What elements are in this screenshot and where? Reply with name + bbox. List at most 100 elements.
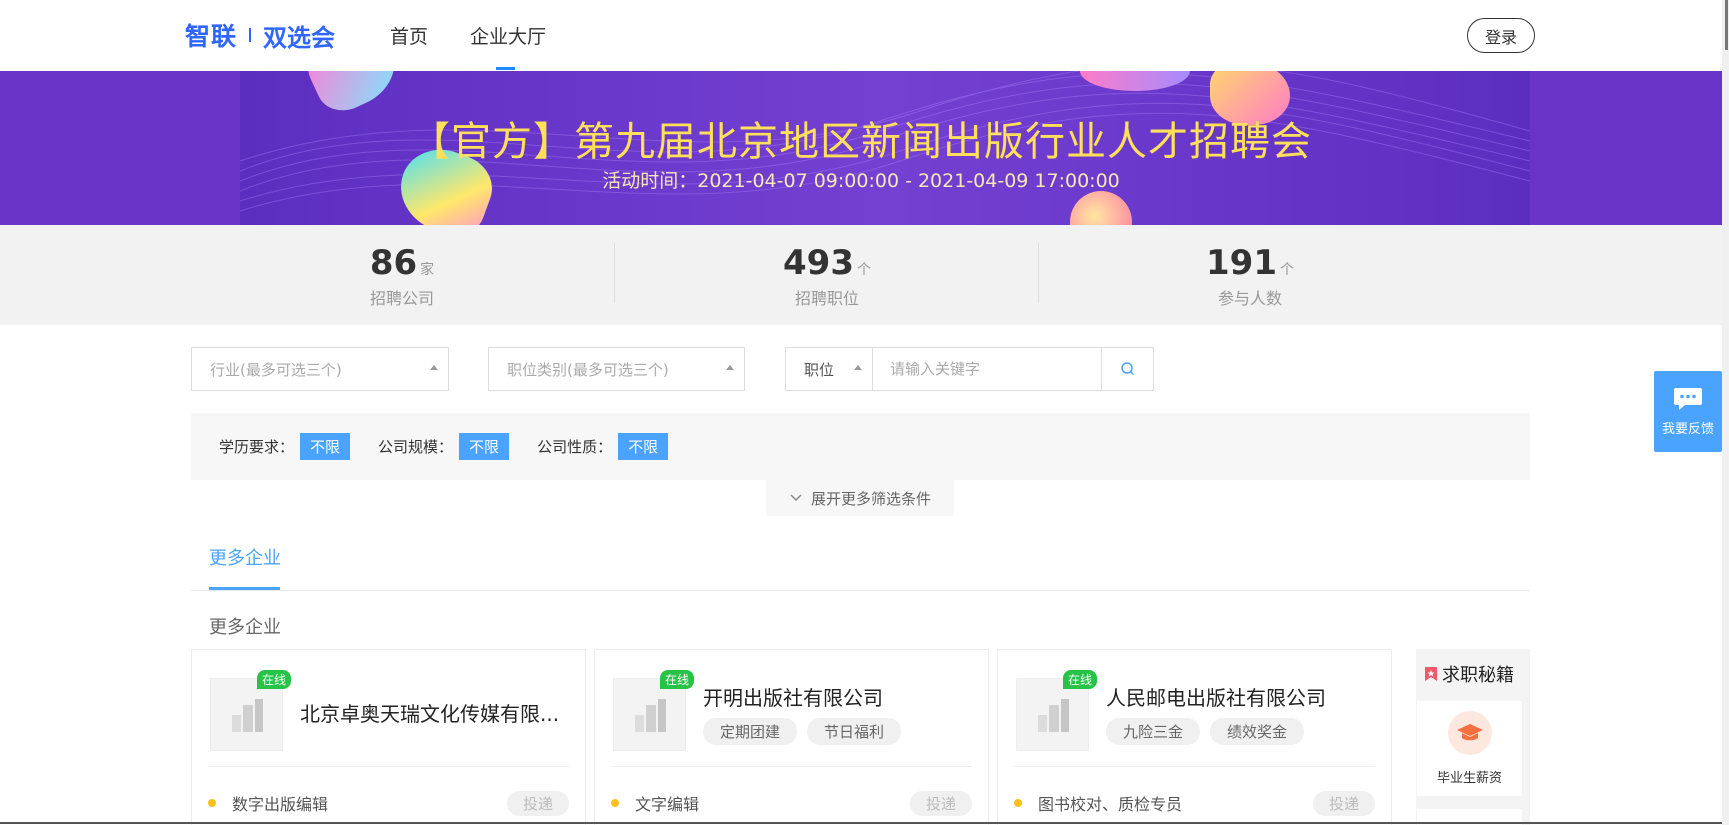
stat-value: 493 — [783, 243, 854, 283]
industry-select[interactable]: 行业(最多可选三个) — [191, 347, 449, 391]
tab-divider — [191, 590, 1530, 591]
stat-label: 参与人数 — [1217, 289, 1282, 308]
logo-brand: 智联 — [185, 22, 238, 51]
job-row: 数字出版编辑 投递 — [208, 790, 569, 816]
building-icon — [1037, 698, 1069, 732]
event-title: 【官方】第九届北京地区新闻出版行业人才招聘会 — [410, 119, 1312, 165]
stat-unit: 家 — [420, 262, 435, 278]
graduation-cap-icon — [1447, 711, 1492, 755]
online-badge: 在线 — [1063, 670, 1098, 689]
company-tags: 定期团建 节日福利 — [703, 718, 902, 745]
caret-up-icon — [430, 365, 438, 370]
graduate-salary-card[interactable]: 毕业生薪资 — [1417, 701, 1522, 796]
apply-button[interactable]: 投递 — [909, 790, 972, 816]
bullet-dot — [1014, 799, 1022, 807]
caret-up-icon — [854, 365, 862, 370]
graduation-cap-glyph — [1456, 724, 1483, 741]
job-tips-panel: 求职秘籍 毕业生薪资 — [1416, 649, 1530, 825]
section-title: 更多企业 — [209, 617, 281, 638]
chevron-down-icon — [790, 494, 802, 502]
tab-more-companies[interactable]: 更多企业 — [209, 544, 281, 570]
company-tag: 定期团建 — [703, 718, 798, 745]
stat-divider — [614, 243, 615, 303]
stat-label: 招聘公司 — [369, 289, 434, 308]
search-input[interactable] — [873, 348, 1101, 390]
stat-participants: 191 个 参与人数 — [1150, 243, 1350, 309]
logo-product: 双选会 — [263, 23, 336, 52]
event-banner: 【官方】第九届北京地区新闻出版行业人才招聘会 活动时间：2021-04-07 0… — [0, 71, 1722, 225]
filter-label-education: 学历要求： — [219, 438, 295, 456]
bookmark-icon — [1425, 667, 1437, 681]
online-badge: 在线 — [257, 670, 292, 689]
filter-tag-company-type[interactable]: 不限 — [618, 433, 669, 460]
job-title[interactable]: 文字编辑 — [635, 791, 910, 815]
site-logo[interactable]: 智联 双选会 — [185, 20, 336, 52]
company-card[interactable]: 在线 人民邮电出版社有限公司 九险三金 绩效奖金 图书校对、质检专员 投递 — [997, 649, 1392, 825]
feedback-label: 我要反馈 — [1661, 422, 1714, 437]
company-tag: 绩效奖金 — [1210, 718, 1305, 745]
online-badge: 在线 — [660, 670, 695, 689]
job-row: 图书校对、质检专员 投递 — [1014, 790, 1375, 816]
chat-bubble-icon — [1674, 388, 1702, 410]
stat-label: 招聘职位 — [794, 289, 859, 308]
stat-unit: 个 — [856, 262, 871, 278]
company-name[interactable]: 北京卓奥天瑞文化传媒有限... — [300, 698, 570, 727]
job-category-select[interactable]: 职位类别(最多可选三个) — [488, 347, 745, 391]
company-card[interactable]: 在线 北京卓奥天瑞文化传媒有限... 数字出版编辑 投递 — [191, 649, 586, 825]
expand-filters-button[interactable]: 展开更多筛选条件 — [766, 480, 954, 516]
caret-up-icon — [726, 365, 734, 370]
company-card[interactable]: 在线 开明出版社有限公司 定期团建 节日福利 文字编辑 投递 — [594, 649, 989, 825]
page-scrollbar[interactable] — [1722, 0, 1729, 825]
stat-companies: 86 家 招聘公司 — [302, 243, 502, 309]
filter-tag-education[interactable]: 不限 — [300, 433, 351, 460]
building-icon — [634, 698, 666, 732]
building-icon — [231, 698, 263, 732]
company-tag: 九险三金 — [1106, 718, 1201, 745]
event-time: 活动时间：2021-04-07 09:00:00 - 2021-04-09 17… — [602, 170, 1120, 192]
search-group: 职位 — [785, 347, 1154, 391]
logo-divider — [249, 28, 252, 42]
stat-positions: 493 个 招聘职位 — [727, 243, 927, 309]
job-category-placeholder: 职位类别(最多可选三个) — [507, 360, 669, 379]
apply-button[interactable]: 投递 — [1312, 790, 1375, 816]
filter-label-company-size: 公司规模： — [378, 438, 454, 456]
nav-home[interactable]: 首页 — [390, 22, 428, 49]
job-title[interactable]: 数字出版编辑 — [232, 791, 507, 815]
graduate-salary-label: 毕业生薪资 — [1436, 771, 1502, 786]
filter-conditions-bar: 学历要求： 不限 公司规模： 不限 公司性质： 不限 — [191, 413, 1530, 480]
filter-tag-company-size[interactable]: 不限 — [459, 433, 510, 460]
company-tag: 节日福利 — [807, 718, 902, 745]
filter-label-company-type: 公司性质： — [537, 438, 613, 456]
job-tips-label: 求职秘籍 — [1442, 665, 1514, 686]
job-title[interactable]: 图书校对、质检专员 — [1038, 791, 1313, 815]
industry-select-placeholder: 行业(最多可选三个) — [210, 360, 342, 379]
window-bottom-edge — [0, 822, 1722, 824]
company-name[interactable]: 人民邮电出版社有限公司 — [1106, 682, 1376, 711]
search-type-select[interactable]: 职位 — [786, 348, 873, 390]
feedback-button[interactable]: 我要反馈 — [1654, 371, 1722, 452]
card-divider — [208, 766, 569, 767]
stat-value: 86 — [369, 243, 418, 283]
nav-active-indicator — [496, 67, 515, 70]
stat-value: 191 — [1206, 243, 1277, 283]
card-divider — [1014, 766, 1375, 767]
card-divider — [611, 766, 972, 767]
company-name[interactable]: 开明出版社有限公司 — [703, 682, 973, 711]
expand-filters-label: 展开更多筛选条件 — [810, 489, 931, 508]
stat-unit: 个 — [1279, 262, 1294, 278]
search-icon — [1120, 362, 1134, 376]
top-header: 智联 双选会 首页 企业大厅 登录 — [0, 0, 1722, 71]
job-tips-title: 求职秘籍 — [1424, 661, 1514, 687]
bullet-dot — [611, 799, 619, 807]
nav-company-hall[interactable]: 企业大厅 — [470, 22, 546, 49]
job-row: 文字编辑 投递 — [611, 790, 972, 816]
stats-bar: 86 家 招聘公司 493 个 招聘职位 191 个 参与人数 — [0, 225, 1722, 325]
apply-button[interactable]: 投递 — [506, 790, 569, 816]
login-button[interactable]: 登录 — [1467, 18, 1535, 53]
stat-divider — [1038, 243, 1039, 303]
search-button[interactable] — [1101, 348, 1153, 390]
bullet-dot — [208, 799, 216, 807]
scrollbar-thumb[interactable] — [1725, 0, 1728, 50]
company-tags: 九险三金 绩效奖金 — [1106, 718, 1305, 745]
search-type-label: 职位 — [804, 360, 835, 379]
